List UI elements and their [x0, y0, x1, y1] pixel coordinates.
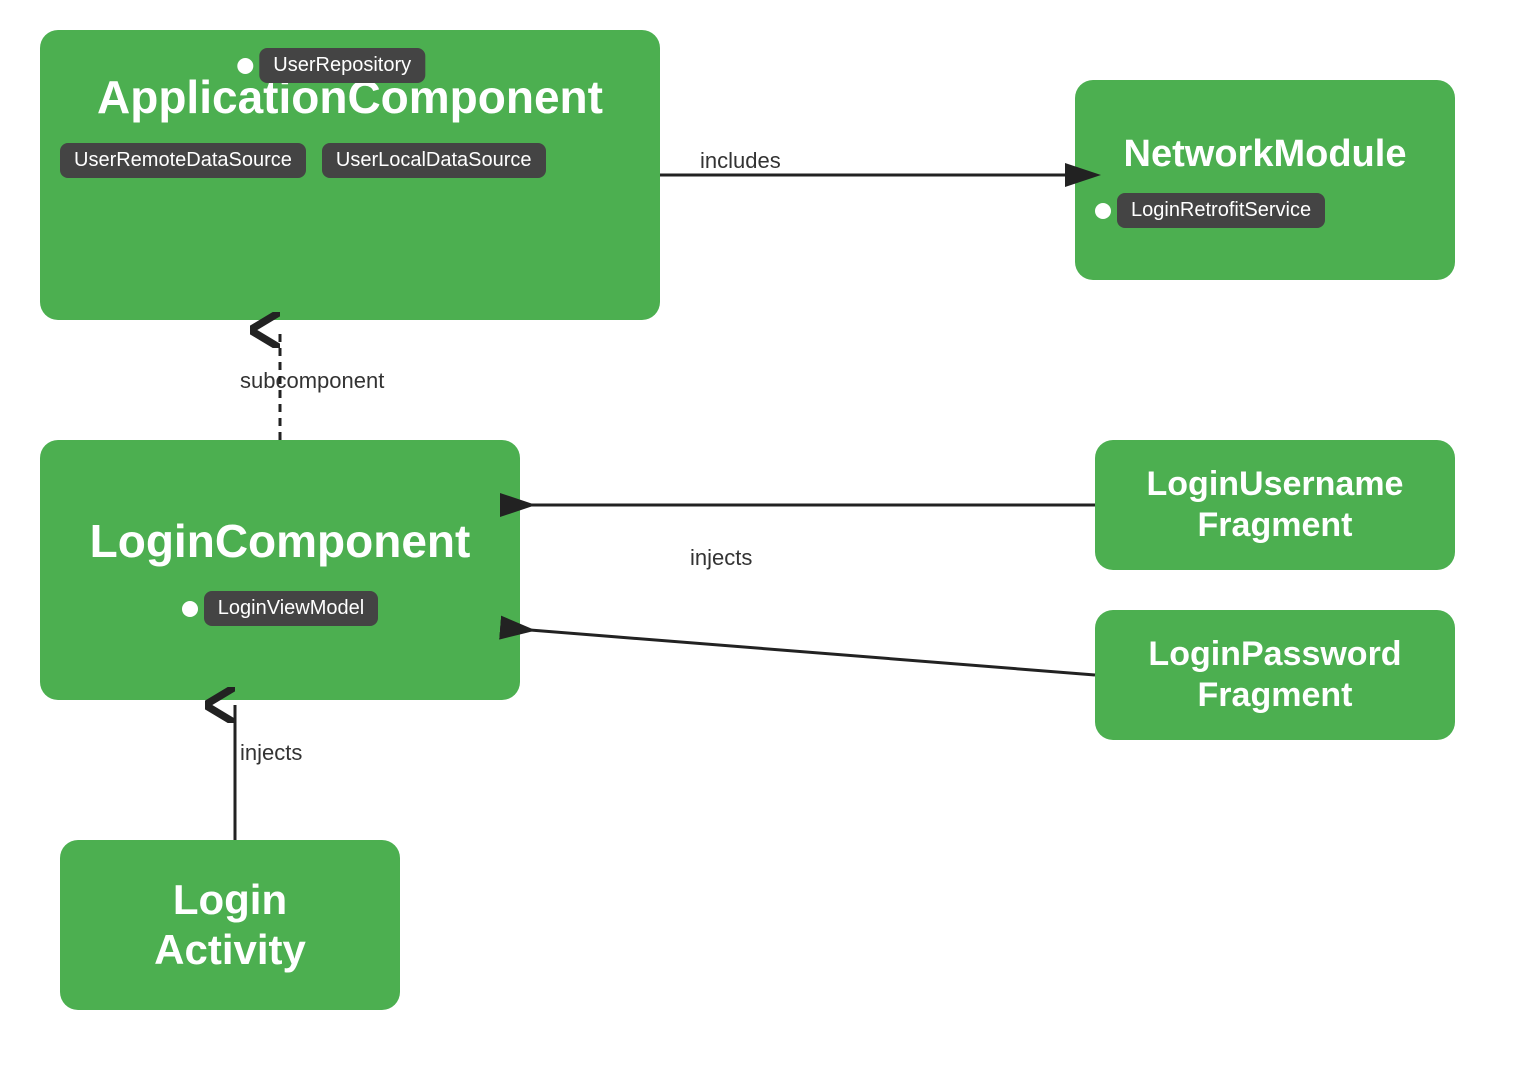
login-password-fragment-title: LoginPasswordFragment — [1148, 634, 1401, 716]
includes-label: includes — [700, 148, 781, 174]
network-module-box: NetworkModule LoginRetrofitService — [1075, 80, 1455, 280]
login-retrofit-chip: LoginRetrofitService — [1117, 193, 1325, 228]
injects-arrow-password — [530, 630, 1095, 675]
application-component-box: UserRepository ApplicationComponent User… — [40, 30, 660, 320]
user-local-datasource-chip: UserLocalDataSource — [322, 143, 546, 178]
diagram-container: UserRepository ApplicationComponent User… — [0, 0, 1535, 1068]
login-retrofit-dot — [1095, 203, 1111, 219]
injects-label-1: injects — [690, 545, 752, 571]
login-activity-box: LoginActivity — [60, 840, 400, 1010]
login-component-title: LoginComponent — [60, 514, 500, 569]
login-username-fragment-box: LoginUsernameFragment — [1095, 440, 1455, 570]
user-remote-datasource-chip: UserRemoteDataSource — [60, 143, 306, 178]
login-component-box: LoginComponent LoginViewModel — [40, 440, 520, 700]
login-password-fragment-box: LoginPasswordFragment — [1095, 610, 1455, 740]
subcomponent-label: subcomponent — [240, 368, 384, 394]
user-repository-chip: UserRepository — [259, 48, 425, 83]
network-module-title: NetworkModule — [1124, 132, 1407, 178]
login-viewmodel-chip: LoginViewModel — [204, 591, 378, 626]
injects-label-2: injects — [240, 740, 302, 766]
login-username-fragment-title: LoginUsernameFragment — [1147, 464, 1404, 546]
user-repository-dot — [237, 58, 253, 74]
login-activity-title: LoginActivity — [154, 875, 306, 976]
login-viewmodel-dot — [182, 601, 198, 617]
